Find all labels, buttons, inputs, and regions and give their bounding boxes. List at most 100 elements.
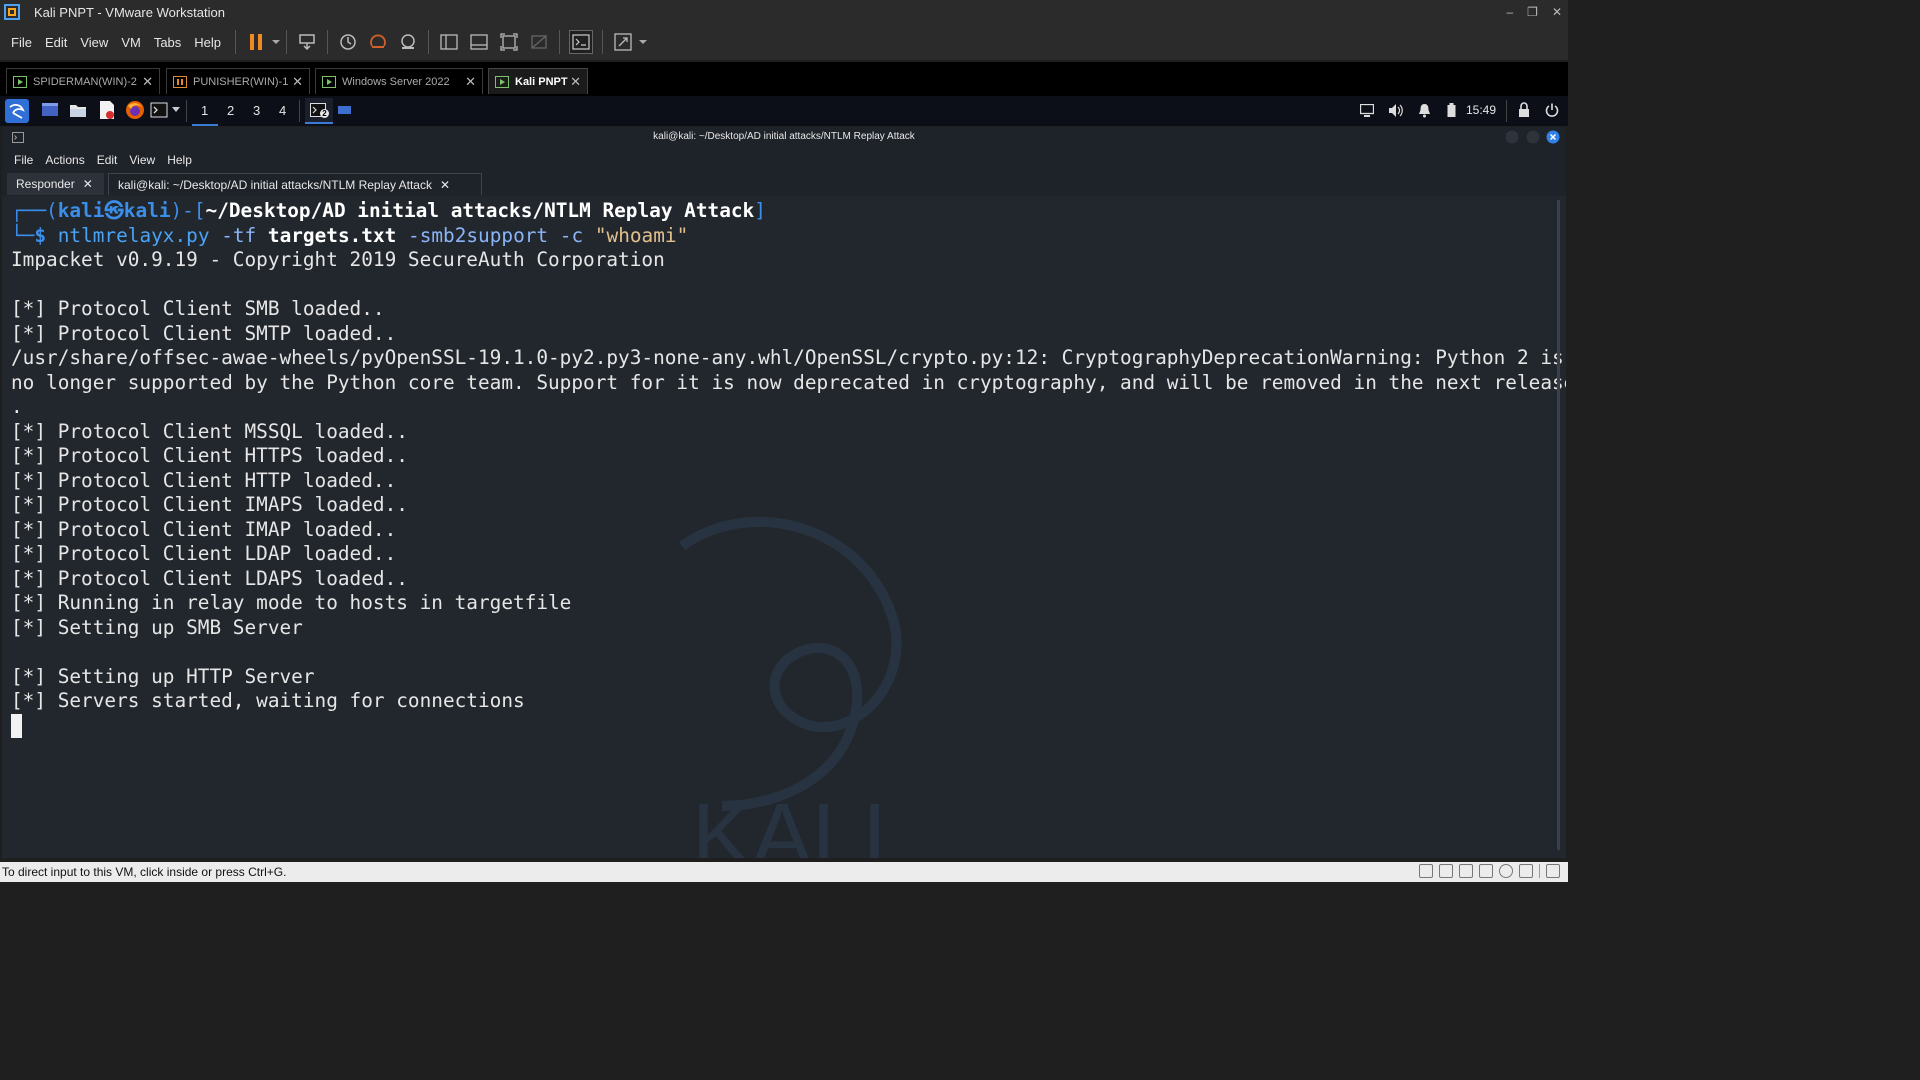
workspace-4-label[interactable]: 4: [279, 103, 286, 118]
close-tab-icon[interactable]: ✕: [83, 177, 93, 191]
close-tab-icon[interactable]: ✕: [292, 74, 303, 90]
vm-suspended-icon: [173, 75, 187, 88]
terminal-tab-label: Responder: [16, 177, 75, 191]
terminal-window-title: kali@kali: ~/Desktop/AD initial attacks/…: [653, 131, 915, 142]
thumbnail-bar-button[interactable]: [468, 31, 490, 53]
minimized-window-icon[interactable]: [338, 104, 352, 116]
full-screen-button[interactable]: [498, 31, 520, 53]
terminal-output-line: [*] Setting up SMB Server: [11, 615, 303, 639]
workspace-2-label[interactable]: 2: [227, 103, 234, 118]
terminal-menu-actions[interactable]: Actions: [45, 153, 84, 167]
notification-bell-icon[interactable]: [1418, 103, 1431, 118]
terminal-menu-edit[interactable]: Edit: [97, 153, 118, 167]
command-flag-smb2support: -smb2support: [408, 224, 549, 247]
vm-tab-label: PUNISHER(WIN)-1: [193, 75, 289, 88]
terminal-output-line: .: [11, 395, 23, 418]
prompt-host: kali: [123, 199, 171, 222]
menu-help[interactable]: Help: [194, 35, 221, 50]
kali-menu-icon[interactable]: [5, 99, 29, 123]
terminal-output-area[interactable]: KALI ┌──(kali㉿kali)-[~/Desktop/AD initia…: [2, 196, 1566, 858]
close-tab-icon[interactable]: ✕: [142, 74, 153, 90]
unity-button[interactable]: [528, 31, 550, 53]
prompt-at-symbol: ㉿: [104, 199, 124, 222]
close-tab-icon[interactable]: ✕: [465, 74, 476, 90]
chevron-down-icon[interactable]: [271, 37, 281, 47]
firefox-icon[interactable]: [125, 100, 145, 120]
close-tab-icon[interactable]: ✕: [440, 178, 450, 192]
prompt-user: kali: [57, 199, 105, 222]
sound-card-icon[interactable]: [1459, 864, 1473, 878]
terminal-scrollbar[interactable]: [1557, 200, 1560, 850]
prompt-line-2: └─$ ntlmrelayx.py -tf targets.txt -smb2s…: [11, 224, 688, 248]
vm-tab-spiderman[interactable]: SPIDERMAN(WIN)-2 ✕: [6, 68, 160, 94]
text-editor-icon[interactable]: [98, 100, 116, 120]
vm-tab-windows-server[interactable]: Windows Server 2022 ✕: [315, 68, 483, 94]
vmware-app-icon: [4, 4, 20, 20]
terminal-menubar: File Actions Edit View Help: [2, 149, 1566, 171]
panel-divider: [186, 100, 187, 122]
usb-icon[interactable]: [1479, 864, 1493, 878]
terminal-tab-responder[interactable]: Responder ✕: [7, 173, 104, 195]
minimize-dot-icon[interactable]: [1505, 130, 1519, 144]
command-flag-c: -c: [559, 224, 584, 247]
chevron-down-icon[interactable]: [172, 107, 180, 113]
vmware-status-bar: To direct input to this VM, click inside…: [0, 862, 1568, 882]
prompt-dollar: $: [34, 224, 47, 247]
volume-icon[interactable]: [1388, 103, 1404, 118]
cd-dvd-icon[interactable]: [1499, 864, 1513, 878]
menu-file[interactable]: File: [11, 35, 32, 50]
close-icon[interactable]: [1546, 130, 1560, 144]
workspace-1-label[interactable]: 1: [201, 103, 208, 118]
vm-tab-strip: SPIDERMAN(WIN)-2 ✕ PUNISHER(WIN)-1 ✕ Win…: [0, 62, 1568, 96]
terminal-menu-file[interactable]: File: [14, 153, 33, 167]
menu-view[interactable]: View: [80, 35, 108, 50]
send-ctrl-alt-del-button[interactable]: [296, 31, 318, 53]
terminal-launcher-icon[interactable]: [150, 101, 168, 119]
vm-tab-punisher[interactable]: PUNISHER(WIN)-1 ✕: [166, 68, 310, 94]
window-count-badge: 2: [320, 109, 329, 118]
menu-edit[interactable]: Edit: [45, 35, 67, 50]
vmware-menubar: File Edit View VM Tabs Help: [0, 24, 1568, 60]
pause-vm-button[interactable]: [245, 31, 267, 53]
network-adapter-icon[interactable]: [1439, 864, 1453, 878]
terminal-menu-help[interactable]: Help: [167, 153, 192, 167]
show-library-button[interactable]: [438, 31, 460, 53]
close-button[interactable]: ✕: [1552, 5, 1562, 19]
terminal-cursor: [11, 714, 22, 738]
snapshot-manager-button[interactable]: [397, 31, 419, 53]
stretch-guest-button[interactable]: [612, 31, 634, 53]
battery-icon[interactable]: [1447, 103, 1456, 118]
keyboard-icon: [299, 34, 315, 51]
vm-tab-kali-pnpt[interactable]: Kali PNPT ✕: [488, 68, 588, 94]
terminal-output-line: [*] Setting up HTTP Server: [11, 664, 315, 688]
vmware-title-bar: Kali PNPT - VMware Workstation – ❐ ✕: [0, 0, 1568, 24]
printer-icon[interactable]: [1519, 864, 1533, 878]
terminal-output-line: /usr/share/offsec-awae-wheels/pyOpenSSL-…: [11, 346, 1564, 369]
chevron-down-icon[interactable]: [638, 37, 648, 47]
show-desktop-icon[interactable]: [41, 101, 59, 119]
console-view-button[interactable]: [569, 30, 594, 54]
maximize-dot-icon[interactable]: [1526, 130, 1540, 144]
file-manager-icon[interactable]: [69, 101, 87, 119]
revert-snapshot-button[interactable]: [367, 31, 389, 53]
lock-screen-icon[interactable]: [1518, 102, 1530, 118]
minimize-button[interactable]: –: [1506, 5, 1513, 19]
terminal-output-line: no longer supported by the Python core t…: [11, 370, 1566, 394]
power-icon[interactable]: [1545, 103, 1559, 117]
close-tab-icon[interactable]: ✕: [570, 74, 581, 90]
workspace-3-label[interactable]: 3: [253, 103, 260, 118]
taskbar-terminal-group[interactable]: 2: [305, 98, 333, 124]
restore-button[interactable]: ❐: [1527, 5, 1538, 19]
hard-disk-icon[interactable]: [1419, 864, 1433, 878]
terminal-tab-ntlm-relay[interactable]: kali@kali: ~/Desktop/AD initial attacks/…: [108, 173, 482, 195]
terminal-menu-view[interactable]: View: [129, 153, 155, 167]
command-program: ntlmrelayx.py: [57, 224, 210, 247]
terminal-output-line: [*] Protocol Client HTTPS loaded..: [11, 444, 408, 467]
snapshot-button[interactable]: [337, 31, 359, 53]
menu-vm[interactable]: VM: [121, 35, 141, 50]
menu-tabs[interactable]: Tabs: [154, 35, 181, 50]
display-icon[interactable]: [1360, 104, 1374, 117]
message-log-icon[interactable]: [1546, 864, 1560, 878]
panel-clock[interactable]: 15:49: [1466, 103, 1496, 117]
toolbar-divider: [428, 30, 430, 54]
